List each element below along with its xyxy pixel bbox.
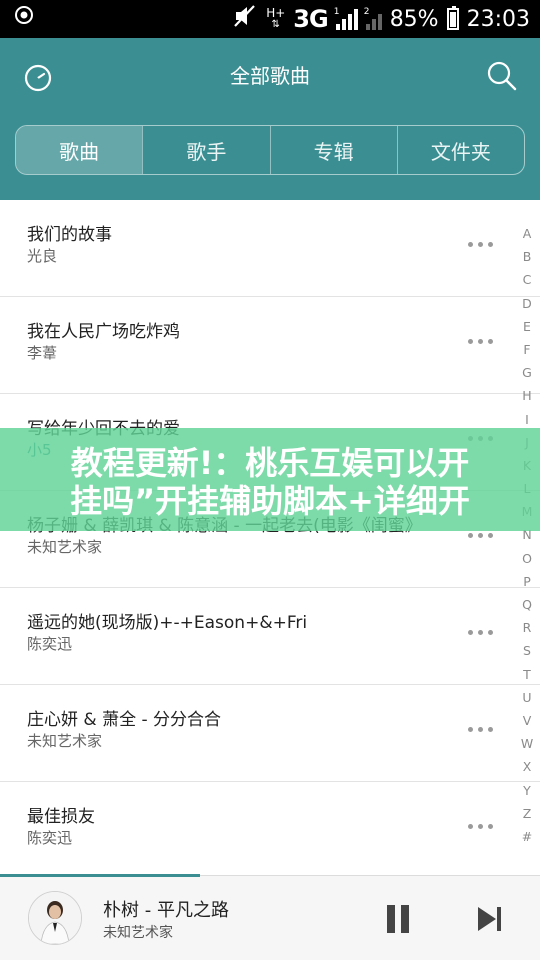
alphabet-index-letter[interactable]: U [522, 686, 531, 709]
signal-sim2-icon: 2 [363, 7, 382, 30]
more-options-icon[interactable] [468, 531, 496, 541]
clock-time: 23:03 [466, 6, 530, 32]
alphabet-index-letter[interactable]: W [521, 732, 533, 755]
banner-line-1: 教程更新!：桃乐互娱可以开 [70, 444, 470, 482]
pause-icon[interactable] [387, 905, 413, 933]
playback-progress[interactable] [0, 874, 200, 877]
more-options-icon[interactable] [468, 337, 496, 347]
more-options-icon[interactable] [468, 240, 496, 250]
alphabet-index-letter[interactable]: D [522, 292, 532, 315]
network-type: 3G [293, 5, 328, 33]
song-row[interactable]: 最佳损友 陈奕迅 [0, 782, 540, 879]
song-artist: 陈奕迅 [27, 635, 73, 653]
alphabet-index-letter[interactable]: H [522, 384, 531, 407]
song-title: 我们的故事 [27, 225, 112, 245]
location-icon [14, 5, 34, 31]
signal-icon: 1 [333, 7, 358, 30]
data-indicator: H+ ⇅ [266, 7, 285, 31]
song-row[interactable]: 我们的故事 光良 [0, 200, 540, 297]
song-artist: 光良 [27, 247, 58, 265]
alphabet-index-letter[interactable]: O [522, 547, 532, 570]
album-art[interactable] [28, 891, 82, 945]
alphabet-index-letter[interactable]: T [523, 663, 531, 686]
alphabet-index-letter[interactable]: Q [522, 593, 532, 616]
network-h-label: H+ [266, 6, 286, 20]
mini-player[interactable]: 朴树 - 平凡之路 未知艺术家 [0, 874, 540, 960]
alphabet-index-letter[interactable]: X [523, 755, 532, 778]
song-title: 我在人民广场吃炸鸡 [27, 322, 180, 342]
tab-songs[interactable]: 歌曲 [16, 126, 143, 174]
overlay-banner: 教程更新!：桃乐互娱可以开 挂吗”开挂辅助脚本+详细开 [0, 428, 540, 531]
song-row[interactable]: 庄心妍 & 萧全 - 分分合合 未知艺术家 [0, 685, 540, 782]
alphabet-index-letter[interactable]: E [523, 315, 531, 338]
signal-sim2-label: 2 [363, 7, 370, 17]
more-options-icon[interactable] [468, 822, 496, 832]
song-artist: 李葦 [27, 344, 58, 362]
alphabet-index[interactable]: ABCDEFGHIJKLMNOPQRSTUVWXYZ# [514, 222, 540, 848]
now-playing-title: 朴树 - 平凡之路 [103, 900, 229, 921]
next-track-icon[interactable] [475, 905, 503, 933]
alphabet-index-letter[interactable]: G [522, 361, 532, 384]
alphabet-index-letter[interactable]: C [523, 268, 532, 291]
app-header: 全部歌曲 歌曲 歌手 专辑 文件夹 [0, 38, 540, 200]
song-row[interactable]: 遥远的她(现场版)+-+Eason+&+Fri 陈奕迅 [0, 588, 540, 685]
song-title: 最佳损友 [27, 807, 95, 827]
more-options-icon[interactable] [468, 725, 496, 735]
song-artist: 未知艺术家 [27, 732, 103, 750]
song-artist: 未知艺术家 [27, 538, 103, 556]
alphabet-index-letter[interactable]: F [523, 338, 530, 361]
alphabet-index-letter[interactable]: B [523, 245, 532, 268]
song-title: 遥远的她(现场版)+-+Eason+&+Fri [27, 613, 308, 633]
signal-sim-label: 1 [333, 7, 340, 17]
song-list: 我们的故事 光良 我在人民广场吃炸鸡 李葦 写给年少回不去的爱 小5 杨子姗 &… [0, 200, 540, 879]
alphabet-index-letter[interactable]: Z [523, 802, 532, 825]
tab-folders[interactable]: 文件夹 [396, 126, 524, 174]
page-title: 全部歌曲 [230, 64, 310, 88]
alphabet-index-letter[interactable]: R [523, 616, 532, 639]
updown-icon: ⇅ [271, 19, 280, 30]
more-options-icon[interactable] [468, 628, 496, 638]
now-playing-artist: 未知艺术家 [103, 925, 173, 941]
song-title: 庄心妍 & 萧全 - 分分合合 [27, 710, 222, 730]
category-tabs: 歌曲 歌手 专辑 文件夹 [15, 125, 525, 175]
tab-artists[interactable]: 歌手 [142, 126, 269, 174]
battery-percent: 85% [389, 6, 439, 32]
battery-icon [446, 6, 459, 30]
song-artist: 陈奕迅 [27, 829, 73, 847]
alphabet-index-letter[interactable]: P [523, 570, 531, 593]
search-icon[interactable] [484, 58, 520, 94]
alphabet-index-letter[interactable]: # [522, 825, 532, 848]
alphabet-index-letter[interactable]: A [523, 222, 532, 245]
song-row[interactable]: 我在人民广场吃炸鸡 李葦 [0, 297, 540, 394]
tab-albums[interactable]: 专辑 [269, 126, 397, 174]
alphabet-index-letter[interactable]: Y [523, 779, 531, 802]
mute-icon [232, 4, 258, 34]
alphabet-index-letter[interactable]: V [523, 709, 532, 732]
banner-line-2: 挂吗”开挂辅助脚本+详细开 [70, 482, 470, 520]
status-bar: H+ ⇅ 3G 1 2 85% 23:03 [0, 0, 540, 38]
alphabet-index-letter[interactable]: S [523, 639, 531, 662]
